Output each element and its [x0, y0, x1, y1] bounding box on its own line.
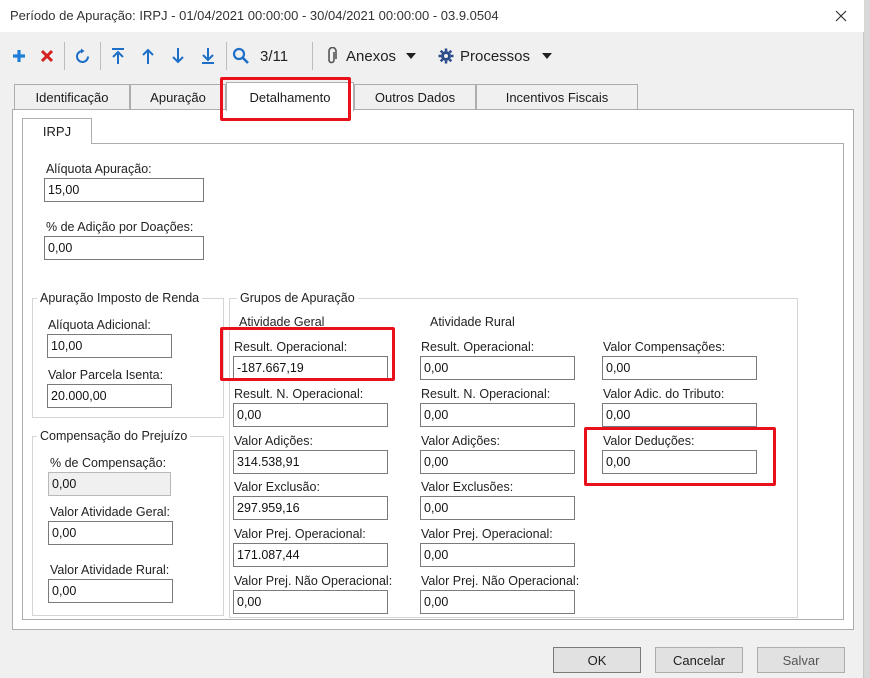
delete-button[interactable]	[36, 44, 58, 68]
compensacao-rural-input[interactable]: 0,00	[48, 579, 173, 603]
aliquota-adicional-input[interactable]: 10,00	[47, 334, 172, 358]
processes-label: Processos	[460, 47, 531, 65]
add-button[interactable]	[8, 44, 30, 68]
dialog-window: Período de Apuração: IRPJ - 01/04/2021 0…	[0, 0, 864, 678]
paperclip-icon	[328, 47, 337, 64]
tab-outros-dados[interactable]: Outros Dados	[354, 84, 476, 110]
caret-down-icon	[406, 53, 417, 59]
first-record-button[interactable]	[106, 44, 130, 68]
compensacao-geral-input[interactable]: 0,00	[48, 521, 173, 545]
cancel-button[interactable]: Cancelar	[655, 647, 743, 673]
compensacao-percentual-label: % de Compensação:	[50, 456, 167, 470]
rural-result-operacional-input[interactable]: 0,00	[420, 356, 575, 380]
ok-button[interactable]: OK	[553, 647, 641, 673]
processes-menu[interactable]: Processos	[438, 44, 560, 68]
rural-result-operacional-label: Result. Operacional:	[421, 340, 535, 354]
rural-prej-nao-operacional-input[interactable]: 0,00	[420, 590, 575, 614]
valor-compensacoes-label: Valor Compensações:	[603, 340, 726, 354]
arrow-to-bottom-icon	[202, 48, 214, 64]
aliquota-apuracao-input[interactable]: 15,00	[44, 178, 204, 202]
attachments-label: Anexos	[346, 47, 397, 65]
tab-identificacao[interactable]: Identificação	[14, 84, 130, 110]
attachments-menu[interactable]: Anexos	[326, 44, 426, 68]
search-button[interactable]: 3/11	[232, 44, 300, 68]
save-button[interactable]: Salvar	[757, 647, 845, 673]
title-bar[interactable]: Período de Apuração: IRPJ - 01/04/2021 0…	[0, 0, 864, 32]
toolbar-separator	[64, 42, 65, 70]
rural-adicoes-label: Valor Adições:	[421, 434, 500, 448]
geral-result-nao-operacional-label: Result. N. Operacional:	[234, 387, 364, 401]
arrow-up-icon	[142, 48, 154, 64]
highlight-box-valor-deducoes	[584, 427, 776, 486]
geral-prej-operacional-input[interactable]: 171.087,44	[233, 543, 388, 567]
window-title: Período de Apuração: IRPJ - 01/04/2021 0…	[10, 8, 499, 23]
rural-exclusoes-input[interactable]: 0,00	[420, 496, 575, 520]
geral-result-nao-operacional-input[interactable]: 0,00	[233, 403, 388, 427]
atividade-rural-title: Atividade Rural	[430, 315, 515, 329]
valor-adic-tributo-input[interactable]: 0,00	[602, 403, 757, 427]
geral-prej-operacional-label: Valor Prej. Operacional:	[234, 527, 366, 541]
caret-down-icon	[542, 53, 553, 59]
x-icon	[40, 49, 54, 63]
rural-result-nao-operacional-input[interactable]: 0,00	[420, 403, 575, 427]
toolbar-separator	[100, 42, 101, 70]
geral-prej-nao-operacional-label: Valor Prej. Não Operacional:	[234, 574, 393, 588]
geral-prej-nao-operacional-input[interactable]: 0,00	[233, 590, 388, 614]
adicao-doacoes-label: % de Adição por Doações:	[46, 220, 194, 234]
arrow-to-top-icon	[112, 48, 124, 64]
compensacao-rural-label: Valor Atividade Rural:	[50, 563, 170, 577]
gear-icon	[438, 48, 454, 64]
close-icon	[835, 10, 847, 22]
grupos-apuracao-title: Grupos de Apuração	[237, 291, 358, 305]
arrow-down-icon	[172, 48, 184, 64]
geral-adicoes-input[interactable]: 314.538,91	[233, 450, 388, 474]
previous-record-button[interactable]	[136, 44, 160, 68]
tab-apuracao[interactable]: Apuração	[130, 84, 226, 110]
toolbar: 3/11 Anexos Processos	[0, 38, 864, 74]
refresh-icon	[75, 48, 89, 63]
compensacao-title: Compensação do Prejuízo	[37, 429, 191, 443]
highlight-box-result-operacional	[220, 327, 395, 381]
background-window-edge-right	[864, 0, 870, 678]
rural-adicoes-input[interactable]: 0,00	[420, 450, 575, 474]
aliquota-adicional-label: Alíquota Adicional:	[48, 318, 151, 332]
tab-incentivos-fiscais[interactable]: Incentivos Fiscais	[476, 84, 638, 110]
rural-prej-operacional-input[interactable]: 0,00	[420, 543, 575, 567]
imposto-renda-title: Apuração Imposto de Renda	[37, 291, 203, 305]
search-icon	[232, 47, 249, 64]
parcela-isenta-label: Valor Parcela Isenta:	[48, 368, 164, 382]
valor-adic-tributo-label: Valor Adic. do Tributo:	[603, 387, 725, 401]
adicao-doacoes-input[interactable]: 0,00	[44, 236, 204, 260]
compensacao-geral-label: Valor Atividade Geral:	[50, 505, 170, 519]
geral-exclusao-label: Valor Exclusão:	[234, 480, 320, 494]
geral-exclusao-input[interactable]: 297.959,16	[233, 496, 388, 520]
rural-prej-nao-operacional-label: Valor Prej. Não Operacional:	[421, 574, 580, 588]
highlight-box-detalhamento	[220, 77, 351, 121]
subtab-irpj[interactable]: IRPJ	[22, 118, 92, 144]
next-record-button[interactable]	[166, 44, 190, 68]
rural-result-nao-operacional-label: Result. N. Operacional:	[421, 387, 551, 401]
last-record-button[interactable]	[196, 44, 220, 68]
geral-adicoes-label: Valor Adições:	[234, 434, 313, 448]
toolbar-separator	[312, 42, 313, 70]
close-button[interactable]	[818, 0, 864, 32]
parcela-isenta-input[interactable]: 20.000,00	[47, 384, 172, 408]
main-tabs: Identificação Apuração Detalhamento Outr…	[12, 82, 852, 111]
aliquota-apuracao-label: Alíquota Apuração:	[46, 162, 152, 176]
toolbar-separator	[226, 42, 227, 70]
rural-exclusoes-label: Valor Exclusões:	[421, 480, 514, 494]
rural-prej-operacional-label: Valor Prej. Operacional:	[421, 527, 553, 541]
valor-compensacoes-input[interactable]: 0,00	[602, 356, 757, 380]
record-counter: 3/11	[260, 47, 289, 65]
compensacao-percentual-input: 0,00	[48, 472, 171, 496]
refresh-button[interactable]	[70, 44, 94, 68]
plus-icon	[13, 50, 25, 62]
